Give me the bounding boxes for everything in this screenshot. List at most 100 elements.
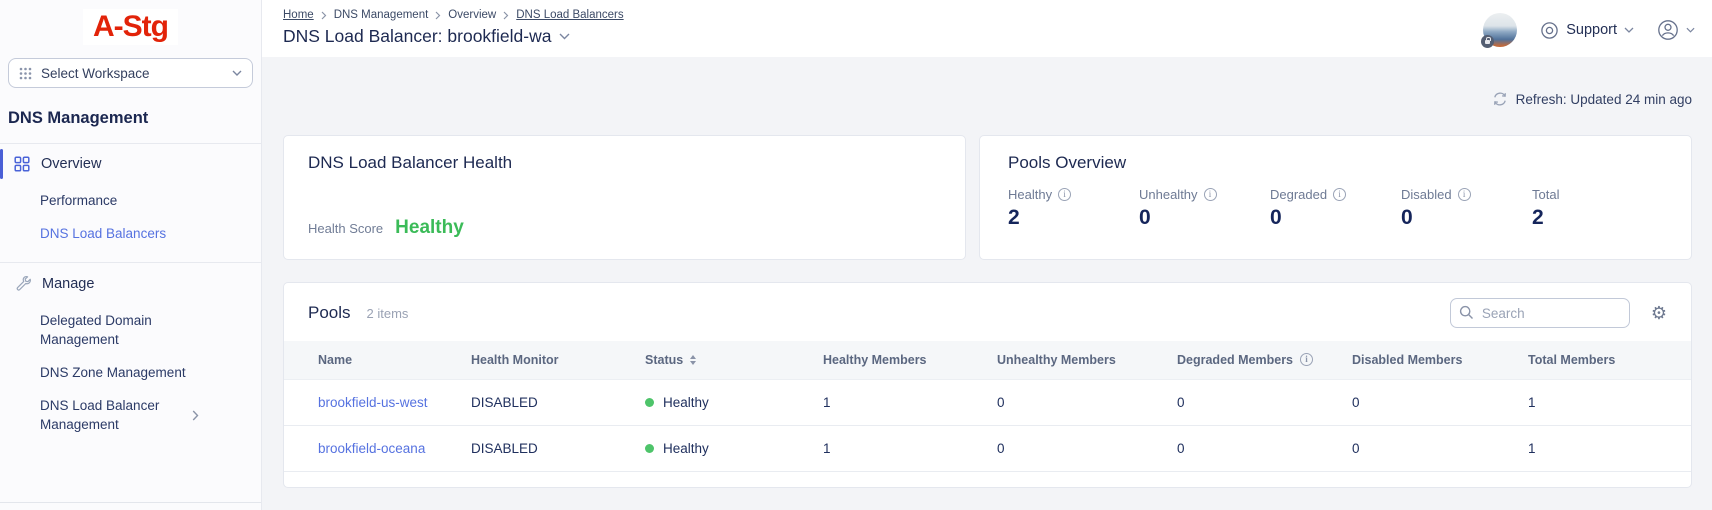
table-row: brookfield-us-west DISABLED Healthy 1 0 … <box>284 379 1691 425</box>
stat-label: Unhealthy <box>1139 187 1198 202</box>
chevron-down-icon <box>1624 27 1634 33</box>
column-disabled-members: Disabled Members <box>1352 341 1528 379</box>
column-name: Name <box>284 341 471 379</box>
stat-unhealthy: Unhealthy i 0 <box>1139 187 1270 230</box>
sidebar-item-delegated-domain-management[interactable]: Delegated Domain Management <box>0 304 180 356</box>
unhealthy-members-cell: 0 <box>997 425 1177 471</box>
sidebar-item-performance[interactable]: Performance <box>0 184 225 217</box>
support-icon <box>1540 21 1559 40</box>
active-indicator <box>0 149 3 179</box>
top-bar-actions: Support <box>1483 13 1695 47</box>
gear-icon[interactable]: ⚙ <box>1651 304 1667 322</box>
sidebar: A-Stg Select Workspace DNS Management <box>0 0 262 510</box>
chevron-down-icon <box>232 70 242 76</box>
health-score-value: Healthy <box>395 217 464 239</box>
pool-name-link[interactable]: brookfield-oceana <box>318 441 425 456</box>
page-title: DNS Load Balancer: brookfield-wa <box>283 26 551 47</box>
lock-badge-icon <box>1481 35 1494 48</box>
sidebar-item-label: Overview <box>41 156 101 172</box>
health-score-label: Health Score <box>308 221 383 236</box>
column-status: Status <box>645 341 823 379</box>
wrench-icon <box>14 275 31 292</box>
health-monitor-cell: DISABLED <box>471 379 645 425</box>
avatar[interactable] <box>1483 13 1517 47</box>
pools-table-title: Pools <box>308 303 351 323</box>
workspace-selector-label: Select Workspace <box>41 66 223 81</box>
info-icon[interactable]: i <box>1058 188 1071 201</box>
info-icon[interactable]: i <box>1333 188 1346 201</box>
workspace-selector[interactable]: Select Workspace <box>8 58 253 88</box>
breadcrumb-overview: Overview <box>448 9 496 21</box>
status-dot-icon <box>645 398 654 407</box>
total-members-cell: 1 <box>1528 379 1691 425</box>
sidebar-item-overview[interactable]: Overview <box>0 144 261 184</box>
column-healthy-members: Healthy Members <box>823 341 997 379</box>
pools-overview-card: Pools Overview Healthyi 2 Unhealthyi 0 D… <box>979 135 1692 260</box>
column-degraded-members: Degraded Members i <box>1177 341 1352 379</box>
refresh-button[interactable]: Refresh: Updated 24 min ago <box>283 88 1692 110</box>
stat-label: Disabled <box>1401 187 1452 202</box>
health-card-title: DNS Load Balancer Health <box>308 153 941 173</box>
status-cell: Healthy <box>645 425 823 471</box>
stat-degraded: Degradedi 0 <box>1270 187 1401 230</box>
sidebar-item-dns-load-balancer-management[interactable]: DNS Load Balancer Management <box>0 389 225 441</box>
pools-table: Name Health Monitor Status Healthy Membe… <box>284 341 1691 472</box>
support-menu[interactable]: Support <box>1540 21 1634 40</box>
column-degraded-members-label: Degraded Members <box>1177 353 1293 367</box>
app-window: A-Stg Select Workspace DNS Management <box>0 0 1712 510</box>
stat-disabled: Disabledi 0 <box>1401 187 1532 230</box>
status-dot-icon <box>645 444 654 453</box>
grid-dots-icon <box>19 67 32 80</box>
info-icon[interactable]: i <box>1300 353 1313 366</box>
stat-label: Total <box>1532 187 1559 202</box>
column-unhealthy-members: Unhealthy Members <box>997 341 1177 379</box>
breadcrumb-title-group: Home DNS Management Overview DNS Load Ba… <box>283 9 624 47</box>
pool-name-link[interactable]: brookfield-us-west <box>318 395 428 410</box>
breadcrumb-dns-management: DNS Management <box>334 9 429 21</box>
health-score-row: Health Score Healthy <box>308 217 941 239</box>
sidebar-item-manage[interactable]: Manage <box>0 263 261 304</box>
sidebar-item-dns-zone-management[interactable]: DNS Zone Management <box>0 356 225 389</box>
top-bar: Home DNS Management Overview DNS Load Ba… <box>262 0 1712 57</box>
chevron-right-icon <box>503 11 509 20</box>
main-area: Home DNS Management Overview DNS Load Ba… <box>262 0 1712 510</box>
column-total-members: Total Members <box>1528 341 1691 379</box>
sort-icon[interactable] <box>690 355 696 365</box>
health-monitor-cell: DISABLED <box>471 425 645 471</box>
info-icon[interactable]: i <box>1458 188 1471 201</box>
healthy-members-cell: 1 <box>823 379 997 425</box>
sidebar-item-dns-load-balancers[interactable]: DNS Load Balancers <box>0 217 225 250</box>
brand-logo: A-Stg <box>0 9 261 45</box>
support-label: Support <box>1566 22 1617 38</box>
chevron-down-icon <box>1686 27 1695 33</box>
search-box <box>1450 298 1630 328</box>
refresh-label: Refresh: Updated 24 min ago <box>1516 92 1692 107</box>
info-icon[interactable]: i <box>1204 188 1217 201</box>
user-icon <box>1657 19 1679 41</box>
stat-value: 0 <box>1270 206 1401 230</box>
items-count: 2 items <box>367 306 409 321</box>
sidebar-item-label: Manage <box>42 276 94 292</box>
status-cell: Healthy <box>645 379 823 425</box>
search-input[interactable] <box>1450 298 1630 328</box>
account-menu[interactable] <box>1657 19 1695 41</box>
breadcrumb-dns-load-balancers[interactable]: DNS Load Balancers <box>516 9 623 21</box>
table-row: brookfield-oceana DISABLED Healthy 1 0 0 <box>284 425 1691 471</box>
stat-value: 2 <box>1008 206 1139 230</box>
health-card: DNS Load Balancer Health Health Score He… <box>283 135 966 260</box>
degraded-members-cell: 0 <box>1177 425 1352 471</box>
page-title-row: DNS Load Balancer: brookfield-wa <box>283 26 624 47</box>
breadcrumb: Home DNS Management Overview DNS Load Ba… <box>283 9 624 21</box>
stat-healthy: Healthyi 2 <box>1008 187 1139 230</box>
search-icon <box>1459 305 1474 320</box>
grid-icon <box>14 156 30 172</box>
pools-table-header: Pools 2 items ⚙ <box>284 283 1691 341</box>
chevron-down-icon[interactable] <box>559 33 570 40</box>
stat-value: 0 <box>1139 206 1270 230</box>
breadcrumb-home[interactable]: Home <box>283 9 314 21</box>
sidebar-nav: Overview Performance DNS Load Balancers … <box>0 144 261 441</box>
healthy-members-cell: 1 <box>823 425 997 471</box>
column-status-label: Status <box>645 353 683 367</box>
disabled-members-cell: 0 <box>1352 379 1528 425</box>
status-label: Healthy <box>663 441 709 456</box>
